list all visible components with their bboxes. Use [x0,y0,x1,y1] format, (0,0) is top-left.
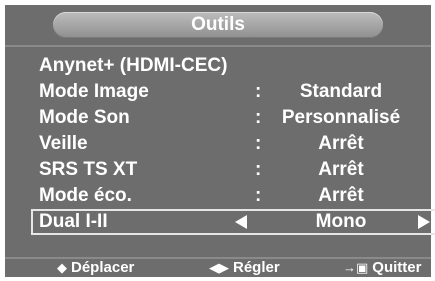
menu-item-srs-ts-xt[interactable]: SRS TS XT : Arrêt [11,157,426,183]
menu-item-colon: : [255,107,262,128]
right-arrow-icon[interactable] [418,215,430,229]
top-divider [5,45,431,47]
menu-item-mode-eco[interactable]: Mode éco. : Arrêt [11,183,426,209]
hint-adjust-label: Régler [233,259,280,276]
menu-item-label: Dual I-II [39,211,108,232]
menu-item-value: Personnalisé [281,107,401,128]
menu-item-anynet[interactable]: Anynet+ (HDMI-CEC) [11,53,426,79]
menu-item-value: Mono [315,211,367,232]
up-down-arrows-icon: ◆ [57,260,67,275]
footer-hints: ◆ Déplacer ◀▶ Régler →▣ Quitter [5,259,431,277]
exit-icon: →▣ [343,260,369,275]
menu-item-label: Mode Son [39,107,130,128]
menu-item-mode-image[interactable]: Mode Image : Standard [11,79,426,105]
left-right-arrows-icon: ◀▶ [209,260,229,275]
title-band: Outils [5,5,431,43]
tv-osd-screen: Outils Anynet+ (HDMI-CEC) Mode Image : S… [0,0,435,281]
hint-adjust: ◀▶ Régler [209,259,280,277]
hint-move-label: Déplacer [71,259,135,276]
menu-item-value: Arrêt [318,159,364,180]
menu-item-label: Anynet+ (HDMI-CEC) [39,55,228,76]
menu-item-label: Mode Image [39,81,149,102]
menu-item-label: SRS TS XT [39,159,138,180]
menu-item-label: Mode éco. [39,185,132,206]
menu-item-label: Veille [39,133,88,154]
menu-item-veille[interactable]: Veille : Arrêt [11,131,426,157]
menu-item-colon: : [255,159,262,180]
hint-exit-label: Quitter [372,259,422,276]
menu-item-value: Arrêt [318,133,364,154]
menu-item-colon: : [255,81,262,102]
menu-item-value: Standard [299,81,383,102]
tools-menu-panel: Outils Anynet+ (HDMI-CEC) Mode Image : S… [5,5,435,277]
menu-item-dual-i-ii[interactable]: Dual I-II Mono [31,209,435,235]
menu-title: Outils [53,12,383,38]
menu-item-mode-son[interactable]: Mode Son : Personnalisé [11,105,426,131]
hint-move: ◆ Déplacer [57,259,134,277]
left-arrow-icon[interactable] [235,215,247,229]
menu-item-colon: : [255,185,262,206]
menu-item-colon: : [255,133,262,154]
hint-exit: →▣ Quitter [343,259,421,277]
menu-item-value: Arrêt [318,185,364,206]
